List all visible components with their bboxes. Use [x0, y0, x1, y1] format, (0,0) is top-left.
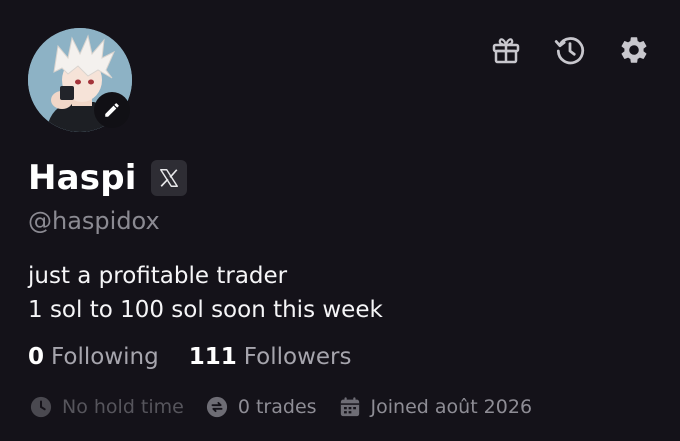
avatar-container [28, 28, 132, 132]
joined-item: Joined août 2026 [339, 396, 533, 418]
history-button[interactable] [552, 32, 588, 68]
settings-gear-icon [621, 37, 647, 63]
settings-button[interactable] [616, 32, 652, 68]
bio-line: 1 sol to 100 sol soon this week [28, 297, 383, 323]
followers-label: Followers [243, 344, 352, 370]
following-link[interactable]: 0 Following [28, 344, 159, 370]
profile-bio: just a profitable trader 1 sol to 100 so… [28, 259, 383, 327]
history-icon [554, 37, 585, 65]
following-label: Following [51, 344, 159, 370]
swap-icon [206, 396, 228, 418]
clock-icon [30, 396, 52, 418]
follow-stats: 0 Following 111 Followers [28, 344, 351, 370]
pencil-icon [105, 103, 119, 117]
toolbar [488, 32, 652, 68]
profile-name: Haspi [28, 158, 137, 198]
joined-text: Joined août 2026 [370, 396, 533, 418]
profile-meta: No hold time 0 trades Joined août 2026 [30, 396, 532, 418]
following-count: 0 [28, 344, 45, 370]
followers-count: 111 [188, 344, 237, 370]
x-profile-link[interactable] [150, 160, 187, 196]
trades-text: 0 trades [237, 396, 317, 418]
gift-icon [492, 38, 520, 64]
calendar-icon [339, 396, 361, 418]
hold-time-text: No hold time [62, 396, 184, 418]
hold-time-item: No hold time [30, 396, 184, 418]
profile-handle: @haspidox [28, 207, 160, 235]
rewards-button[interactable] [488, 32, 524, 68]
bio-line: just a profitable trader [28, 263, 288, 289]
edit-avatar-button[interactable] [94, 92, 130, 128]
name-row: Haspi [28, 158, 187, 198]
trades-item: 0 trades [206, 396, 317, 418]
followers-link[interactable]: 111 Followers [189, 344, 352, 370]
x-logo-icon [159, 169, 178, 187]
